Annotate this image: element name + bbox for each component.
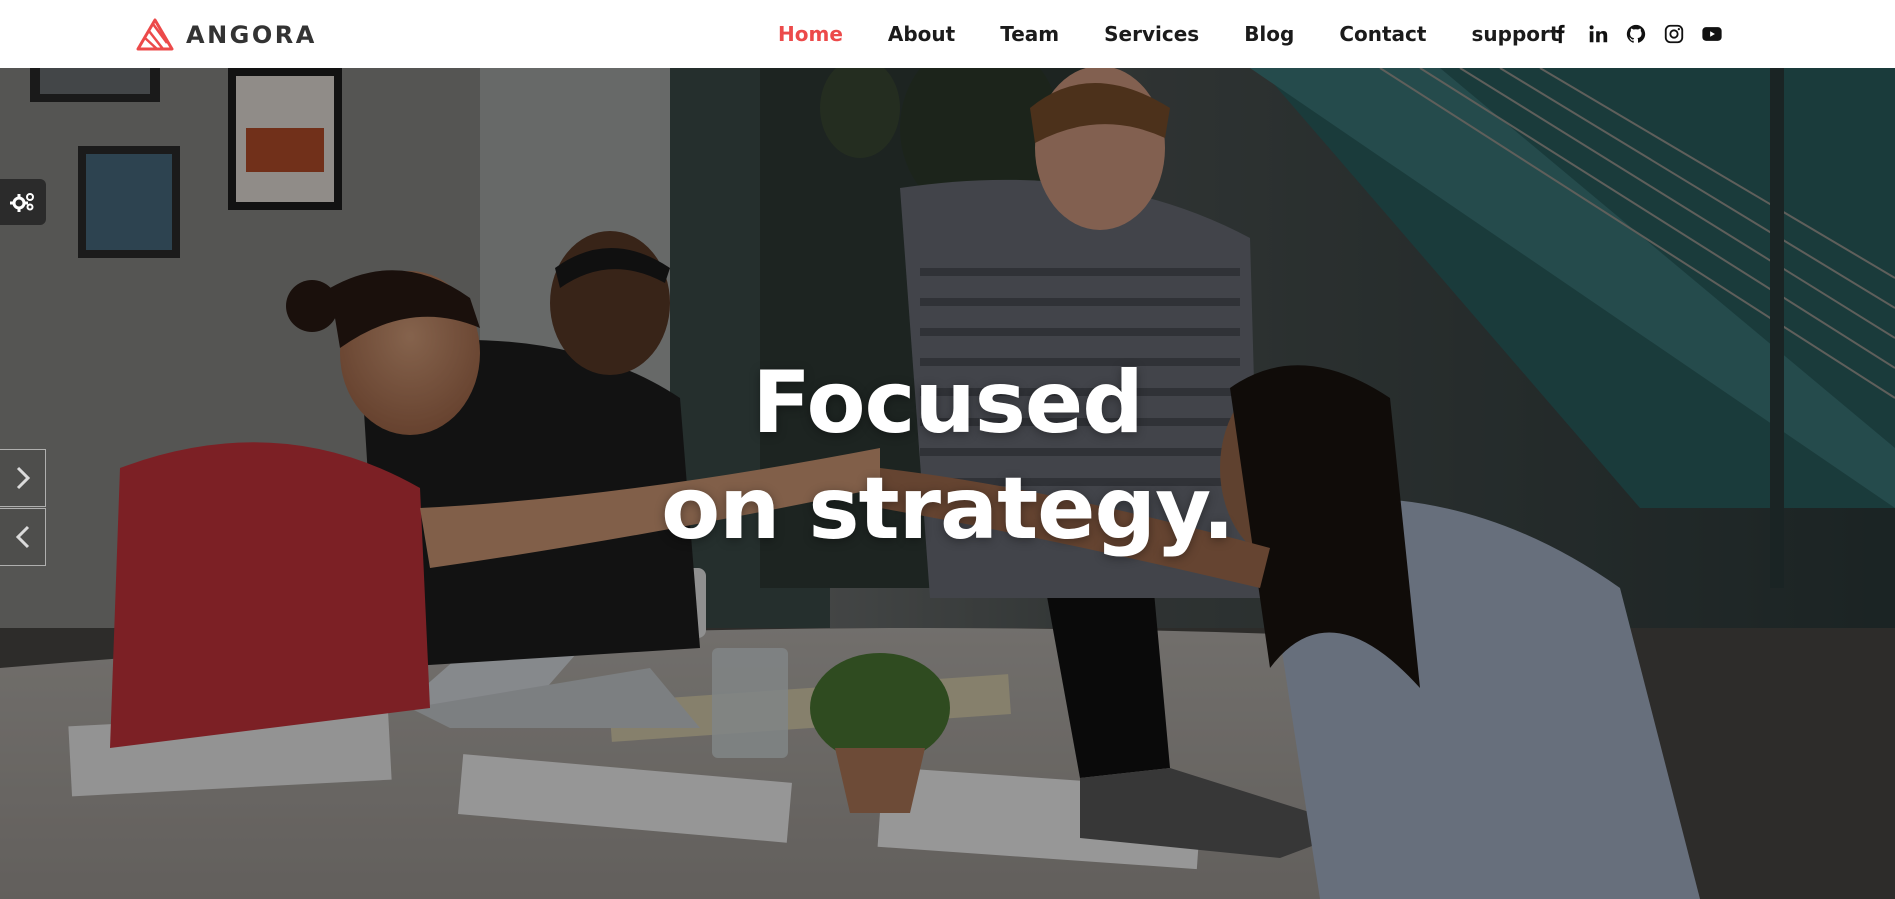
slider-next-button[interactable] bbox=[0, 449, 46, 507]
facebook-icon[interactable] bbox=[1548, 22, 1572, 46]
hero-title-line-1: Focused bbox=[752, 353, 1144, 453]
nav-item-about[interactable]: About bbox=[888, 22, 955, 46]
hero-title-line-2: on strategy. bbox=[661, 459, 1235, 559]
linkedin-icon[interactable] bbox=[1586, 22, 1610, 46]
nav-item-team[interactable]: Team bbox=[1000, 22, 1059, 46]
chevron-left-icon bbox=[15, 525, 29, 549]
brand-name: ANGORA bbox=[186, 21, 317, 49]
hero-title: Focused on strategy. bbox=[0, 350, 1895, 562]
settings-toggle-button[interactable] bbox=[0, 179, 46, 225]
youtube-icon[interactable] bbox=[1700, 22, 1724, 46]
github-icon[interactable] bbox=[1624, 22, 1648, 46]
instagram-icon[interactable] bbox=[1662, 22, 1686, 46]
nav-item-blog[interactable]: Blog bbox=[1244, 22, 1294, 46]
nav-item-support[interactable]: support bbox=[1471, 22, 1559, 46]
angora-logo-icon bbox=[136, 18, 174, 51]
slider-prev-button[interactable] bbox=[0, 508, 46, 566]
nav-item-services[interactable]: Services bbox=[1104, 22, 1199, 46]
hero-slider: Focused on strategy. bbox=[0, 68, 1895, 899]
nav-item-home[interactable]: Home bbox=[778, 22, 843, 46]
main-nav: Home About Team Services Blog Contact su… bbox=[778, 0, 1604, 68]
social-links bbox=[1548, 0, 1724, 68]
site-header: ANGORA Home About Team Services Blog Con… bbox=[0, 0, 1895, 68]
chevron-right-icon bbox=[16, 466, 30, 490]
gears-icon bbox=[10, 193, 34, 212]
nav-item-contact[interactable]: Contact bbox=[1339, 22, 1426, 46]
logo-link[interactable]: ANGORA bbox=[136, 18, 317, 52]
